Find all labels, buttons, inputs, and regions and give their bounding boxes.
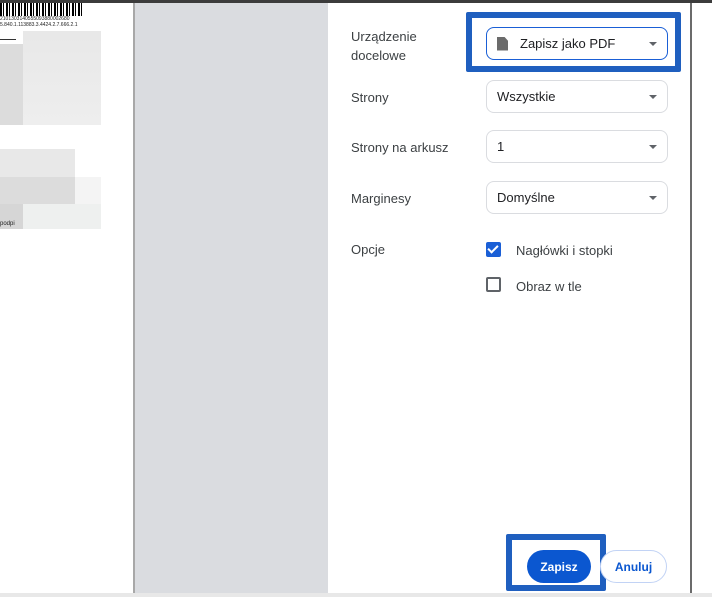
pages-per-sheet-value: 1 — [497, 139, 505, 154]
background-graphics-checkbox[interactable] — [486, 277, 501, 292]
preview-background — [135, 3, 328, 593]
footer-text: podpi — [0, 221, 15, 227]
pages-value: Wszystkie — [497, 89, 556, 104]
destination-value: Zapisz jako PDF — [520, 36, 616, 51]
dropdown-arrow-icon — [649, 145, 657, 149]
save-button[interactable]: Zapisz — [527, 550, 591, 583]
panel-divider — [690, 3, 692, 593]
print-settings-panel: Urządzenie docelowe Zapisz jako PDF Stro… — [328, 3, 690, 593]
oid-text: 5.840.1.113883.3.4424.2.7.666.2.1 — [0, 22, 78, 28]
background-graphics-label: Obraz w tle — [516, 279, 582, 294]
barcode — [0, 3, 82, 16]
margins-value: Domyślne — [497, 190, 555, 205]
margins-label: Marginesy — [351, 191, 411, 206]
bottom-strip — [0, 593, 712, 597]
margins-select[interactable]: Domyślne — [486, 181, 668, 214]
print-preview: 2101303140555093880002680 5.840.1.113883… — [0, 3, 133, 593]
dropdown-arrow-icon — [649, 95, 657, 99]
dropdown-arrow-icon — [649, 196, 657, 200]
document-icon — [497, 36, 508, 51]
cancel-button[interactable]: Anuluj — [600, 550, 667, 583]
blurred-table-2 — [0, 149, 75, 177]
pages-per-sheet-select[interactable]: 1 — [486, 130, 668, 163]
pages-per-sheet-label: Strony na arkusz — [351, 140, 449, 155]
dropdown-arrow-icon — [649, 42, 657, 46]
destination-select[interactable]: Zapisz jako PDF — [486, 27, 668, 60]
headers-footers-label: Nagłówki i stopki — [516, 243, 613, 258]
blurred-table — [0, 44, 23, 125]
headers-footers-checkbox[interactable] — [486, 242, 501, 257]
pages-label: Strony — [351, 90, 389, 105]
options-label: Opcje — [351, 242, 385, 257]
pages-select[interactable]: Wszystkie — [486, 80, 668, 113]
destination-label: Urządzenie docelowe — [351, 29, 417, 63]
